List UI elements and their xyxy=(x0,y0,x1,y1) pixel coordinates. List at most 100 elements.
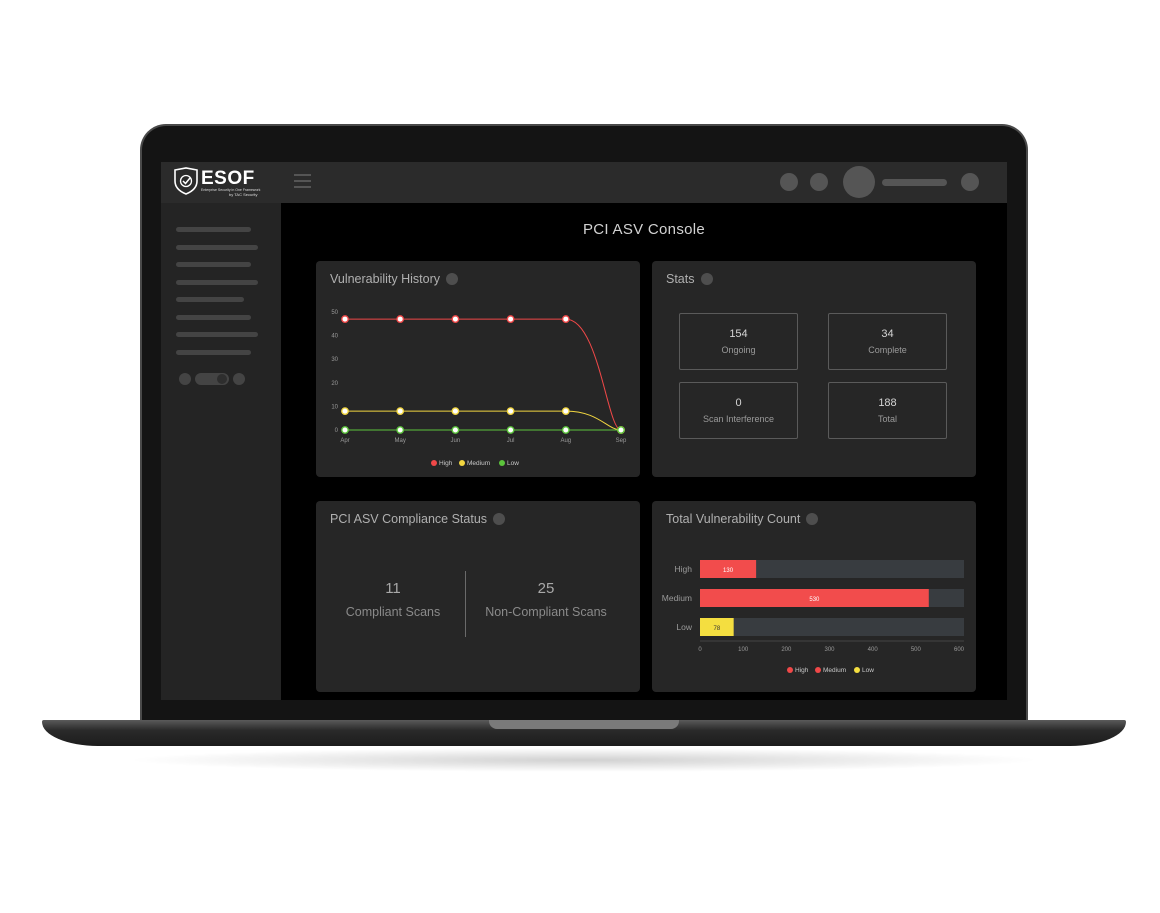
stat-label: Scan Interference xyxy=(702,414,775,424)
data-point-medium xyxy=(506,407,515,416)
compliant-scans-label: Compliant Scans xyxy=(345,605,441,619)
card-title-text: PCI ASV Compliance Status xyxy=(330,512,488,526)
sidebar-item[interactable] xyxy=(176,227,251,232)
x-tick-label: 200 xyxy=(781,647,792,653)
bar-category-label: Medium xyxy=(662,593,692,603)
sidebar-dot-icon[interactable] xyxy=(233,373,245,385)
noncompliant-scans-label: Non-Compliant Scans xyxy=(485,605,607,619)
sidebar-item[interactable] xyxy=(176,315,251,320)
data-point-medium xyxy=(341,407,349,416)
x-tick-label: 400 xyxy=(868,647,879,653)
card-title: Stats xyxy=(666,272,713,286)
x-tick-label: 500 xyxy=(911,647,922,653)
data-point-low xyxy=(617,426,625,434)
x-tick-label: May xyxy=(395,438,406,444)
data-point-high xyxy=(451,315,460,323)
y-tick-label: 20 xyxy=(331,381,338,387)
stat-scan-interference[interactable]: 0 Scan Interference xyxy=(679,382,798,439)
sidebar-item[interactable] xyxy=(176,350,251,355)
series-line-high xyxy=(345,318,622,431)
notification-icon[interactable] xyxy=(780,173,798,191)
vulnerability-history-card: Vulnerability History 0 10 20 30 40 50 Apr May J… xyxy=(316,261,640,477)
sidebar-item[interactable] xyxy=(176,297,244,302)
data-point-high xyxy=(561,315,570,323)
bar-value-label: 130 xyxy=(723,568,734,574)
bar-category-label: High xyxy=(675,564,693,574)
laptop-notch xyxy=(489,720,679,729)
y-tick-label: 30 xyxy=(331,357,338,363)
top-bar: ESOF Enterprise Security in One Framewor… xyxy=(161,162,1007,203)
hamburger-menu-icon[interactable] xyxy=(294,174,311,188)
info-icon[interactable] xyxy=(493,513,506,525)
bar-value-label: 530 xyxy=(809,597,820,603)
stat-label: Ongoing xyxy=(721,345,756,355)
settings-icon[interactable] xyxy=(810,173,828,191)
x-tick-label: 300 xyxy=(824,647,835,653)
sidebar xyxy=(161,203,281,700)
noncompliant-scans-count: 25 xyxy=(537,580,555,597)
series-line-medium xyxy=(345,410,622,431)
total-vulnerability-card: Total Vulnerability Count High 130 Medium 5… xyxy=(652,501,976,692)
logo[interactable]: ESOF Enterprise Security in One Framewor… xyxy=(173,167,260,197)
data-point-low xyxy=(341,426,349,434)
x-tick-label: Aug xyxy=(560,438,571,444)
data-point-high xyxy=(341,315,349,323)
bar-value-label: 78 xyxy=(713,626,720,632)
stat-value: 0 xyxy=(735,397,742,409)
data-point-medium xyxy=(561,407,570,416)
stat-label: Complete xyxy=(868,345,907,355)
avatar[interactable] xyxy=(843,166,875,198)
legend-swatch xyxy=(499,460,505,466)
legend-label: High xyxy=(439,460,453,467)
sidebar-item[interactable] xyxy=(176,332,258,337)
legend-swatch xyxy=(787,667,793,673)
x-tick-label: Apr xyxy=(340,438,349,444)
y-tick-label: 10 xyxy=(331,404,338,410)
legend-swatch xyxy=(815,667,821,673)
laptop-shadow xyxy=(125,748,1043,772)
stat-ongoing[interactable]: 154 Ongoing xyxy=(679,313,798,370)
sidebar-item[interactable] xyxy=(176,280,258,285)
card-title: PCI ASV Compliance Status xyxy=(330,512,506,526)
legend-label: Medium xyxy=(467,460,490,467)
data-point-low xyxy=(506,426,515,434)
stat-total[interactable]: 188 Total xyxy=(828,382,947,439)
data-point-medium xyxy=(451,407,460,416)
stat-complete[interactable]: 34 Complete xyxy=(828,313,947,370)
x-tick-label: 0 xyxy=(698,647,702,653)
logo-text: ESOF xyxy=(201,168,255,189)
vulnerability-history-chart: 0 10 20 30 40 50 Apr May Jun Jul Aug Sep High Medium L… xyxy=(331,310,627,467)
x-tick-label: Jul xyxy=(507,438,515,444)
data-point-low xyxy=(396,426,405,434)
data-point-low xyxy=(451,426,460,434)
stat-value: 34 xyxy=(881,328,894,340)
x-tick-label: 600 xyxy=(954,647,965,653)
y-tick-label: 50 xyxy=(331,310,338,316)
sidebar-item[interactable] xyxy=(176,262,251,267)
x-tick-label: Sep xyxy=(616,438,627,444)
card-title-text: Stats xyxy=(666,272,695,286)
data-point-low xyxy=(561,426,570,434)
data-point-high xyxy=(506,315,515,323)
total-vulnerability-chart: High 130 Medium 530 Low 78 0 100 200 300 400 500 600… xyxy=(662,560,965,674)
info-icon[interactable] xyxy=(700,273,713,285)
user-menu-icon[interactable] xyxy=(961,173,979,191)
bar-category-label: Low xyxy=(676,622,692,632)
legend-swatch xyxy=(431,460,437,466)
sidebar-toggle[interactable] xyxy=(195,373,229,385)
compliant-scans-count: 11 xyxy=(385,580,401,597)
y-tick-label: 40 xyxy=(331,334,338,340)
y-tick-label: 0 xyxy=(335,428,339,434)
stat-value: 154 xyxy=(729,328,748,340)
data-point-high xyxy=(396,315,405,323)
user-name-placeholder xyxy=(882,179,947,186)
app-screen: ESOF Enterprise Security in One Framewor… xyxy=(161,162,1007,700)
sidebar-item[interactable] xyxy=(176,245,258,250)
divider xyxy=(465,571,466,637)
x-tick-label: 100 xyxy=(738,647,749,653)
legend-label: Low xyxy=(507,460,519,467)
sidebar-dot-icon[interactable] xyxy=(179,373,191,385)
legend-swatch xyxy=(854,667,860,673)
legend-label: Medium xyxy=(823,667,846,674)
legend-label: Low xyxy=(862,667,874,674)
